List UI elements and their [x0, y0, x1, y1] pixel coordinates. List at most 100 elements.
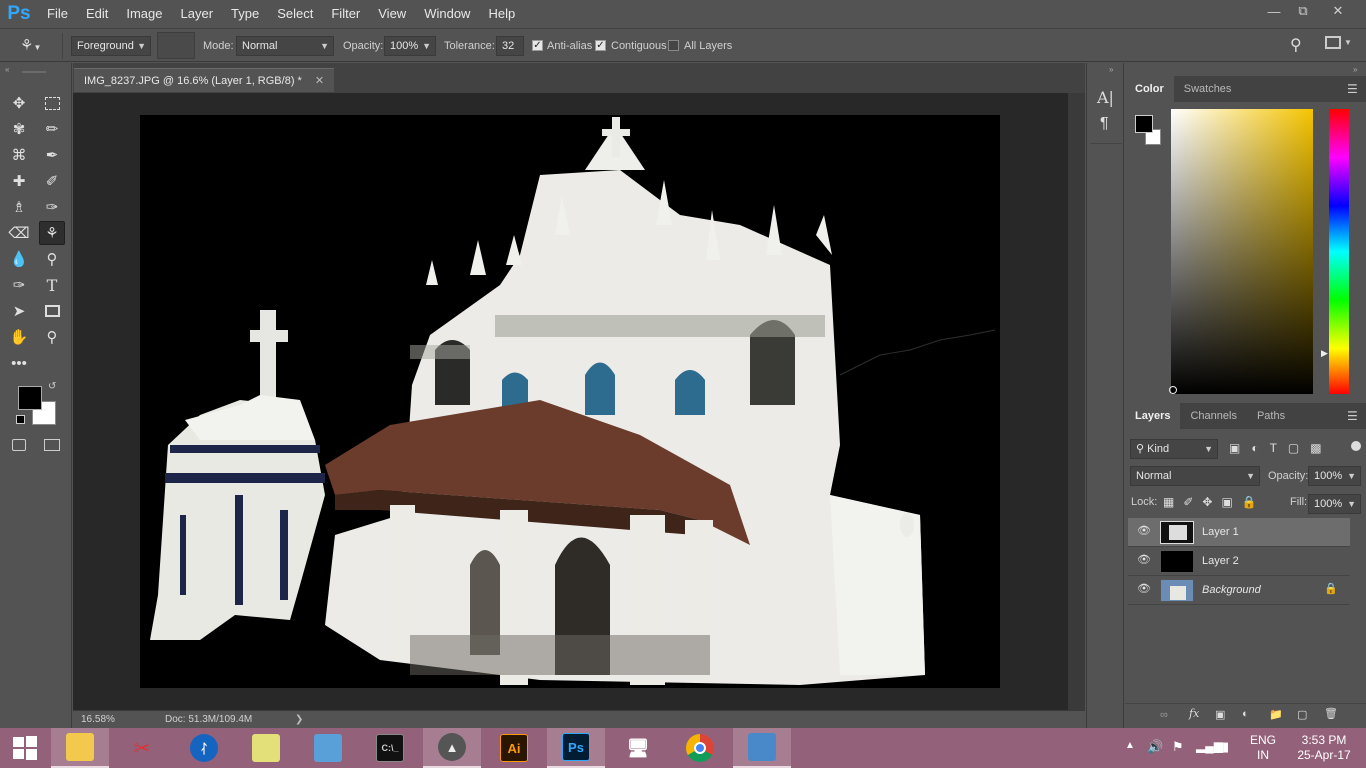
hand-tool-icon[interactable]: ✋ [6, 325, 32, 349]
foreground-color-swatch-top[interactable] [18, 386, 42, 410]
taskbar-file-explorer[interactable] [51, 728, 109, 768]
battery-icon[interactable]: ▮ [1222, 739, 1229, 755]
fill-source-select[interactable]: Foreground ▼ [71, 36, 151, 56]
paint-bucket-tool-icon[interactable]: ⚘ [39, 221, 65, 245]
layer-row-layer-1[interactable]: 👁 Layer 1 [1128, 518, 1350, 547]
clock[interactable]: 3:53 PM 25-Apr-17 [1288, 733, 1360, 763]
layer-row-background[interactable]: 👁 Background 🔒 [1128, 576, 1350, 605]
close-button[interactable]: ✕ [1323, 0, 1353, 22]
taskbar-control-panel[interactable] [299, 728, 357, 768]
layer-name[interactable]: Layer 2 [1202, 555, 1239, 567]
workspace-icon[interactable] [1325, 36, 1341, 49]
adjustment-layer-icon[interactable]: ◐ [1242, 708, 1249, 720]
quick-mask-icon[interactable] [12, 439, 26, 451]
screen-mode-icon[interactable] [44, 439, 60, 451]
tab-color[interactable]: Color [1125, 76, 1174, 102]
menu-file[interactable]: File [38, 0, 77, 28]
tab-layers[interactable]: Layers [1125, 403, 1181, 429]
eyedropper-tool-icon[interactable]: ✒ [39, 143, 65, 167]
anti-alias-checkbox[interactable]: ✓ [532, 40, 543, 51]
collapse-panels-icon[interactable]: » [1353, 65, 1357, 74]
eye-icon[interactable]: 👁 [1137, 582, 1151, 595]
language-indicator[interactable]: ENG IN [1250, 733, 1276, 763]
taskbar-network-setup[interactable]: 🖥 [609, 728, 667, 768]
paint-bucket-tool-preset-icon[interactable]: ⚘▼ [20, 36, 52, 56]
hue-slider[interactable] [1329, 109, 1349, 394]
more-tools-icon[interactable]: ••• [6, 351, 32, 375]
lasso-tool-icon[interactable]: ✾ [6, 117, 32, 141]
new-group-icon[interactable]: 📁 [1269, 708, 1283, 721]
layer-row-layer-2[interactable]: 👁 Layer 2 [1128, 547, 1350, 576]
swap-colors-icon[interactable]: ↺ [48, 381, 56, 392]
healing-brush-tool-icon[interactable]: ✚ [6, 169, 32, 193]
layer-fill-field[interactable]: 100% ▼ [1308, 494, 1361, 514]
rectangle-tool-icon[interactable] [39, 299, 65, 323]
add-mask-icon[interactable]: ▣ [1215, 708, 1225, 721]
menu-window[interactable]: Window [415, 0, 479, 28]
start-button[interactable] [0, 728, 50, 768]
taskbar-snipping-tool[interactable]: ✂ [113, 728, 171, 768]
layer-opacity-field[interactable]: 100% ▼ [1308, 466, 1361, 486]
fx-icon[interactable]: fx [1189, 707, 1199, 720]
quick-selection-tool-icon[interactable]: ✏ [39, 117, 65, 141]
vertical-scrollbar[interactable] [1068, 93, 1085, 710]
zoom-tool-icon[interactable]: ⚲ [39, 325, 65, 349]
collapse-icon[interactable]: « [5, 65, 9, 74]
restore-button[interactable]: ⧉ [1288, 0, 1318, 22]
delete-layer-icon[interactable]: 🗑 [1324, 707, 1338, 720]
link-layers-icon[interactable]: ∞ [1160, 709, 1168, 721]
canvas[interactable] [140, 115, 1000, 688]
taskbar-app[interactable]: ▲ [423, 728, 481, 768]
clone-stamp-tool-icon[interactable]: ♗ [6, 195, 32, 219]
move-tool-icon[interactable]: ✥ [6, 91, 32, 115]
show-hidden-icons-icon[interactable]: ▲ [1125, 740, 1135, 751]
menu-layer[interactable]: Layer [172, 0, 223, 28]
expand-icon[interactable]: » [1109, 65, 1113, 74]
default-colors-icon[interactable] [16, 415, 25, 424]
color-foreground-swatch[interactable] [1135, 115, 1153, 133]
contiguous-checkbox[interactable]: ✓ [595, 40, 606, 51]
eye-icon[interactable]: 👁 [1137, 553, 1151, 566]
layer-filter-icons[interactable]: ▣◐T▢▩ [1229, 441, 1333, 455]
layer-name[interactable]: Background [1202, 584, 1261, 596]
character-panel-icon[interactable]: A| [1097, 88, 1114, 107]
status-menu-arrow-icon[interactable]: ❯ [295, 711, 303, 728]
opacity-field[interactable]: 100% ▼ [384, 36, 436, 56]
type-tool-icon[interactable]: T [39, 273, 65, 297]
history-brush-tool-icon[interactable]: ✑ [39, 195, 65, 219]
taskbar-bluetooth[interactable]: ᛮ [175, 728, 233, 768]
layer-name[interactable]: Layer 1 [1202, 526, 1239, 538]
chevron-down-icon[interactable]: ▼ [1344, 38, 1352, 47]
volume-icon[interactable]: 🔊 [1147, 739, 1163, 755]
crop-tool-icon[interactable]: ⌘ [6, 143, 32, 167]
tolerance-field[interactable]: 32 [496, 36, 524, 56]
all-layers-checkbox[interactable] [668, 40, 679, 51]
taskbar-command-prompt[interactable]: C:\_ [361, 728, 419, 768]
close-tab-icon[interactable]: ✕ [315, 75, 324, 87]
path-selection-tool-icon[interactable]: ➤ [6, 299, 32, 323]
mode-select[interactable]: Normal ▼ [236, 36, 334, 56]
menu-select[interactable]: Select [268, 0, 322, 28]
eye-icon[interactable]: 👁 [1137, 524, 1151, 537]
marquee-tool-icon[interactable] [39, 91, 65, 115]
menu-image[interactable]: Image [117, 0, 171, 28]
menu-type[interactable]: Type [222, 0, 268, 28]
taskbar-video-app[interactable] [733, 728, 791, 768]
color-picker-cursor[interactable] [1169, 386, 1177, 394]
blend-mode-select[interactable]: Normal ▼ [1130, 466, 1260, 486]
panel-grip[interactable] [22, 71, 46, 73]
taskbar-photoshop[interactable]: Ps [547, 728, 605, 768]
minimize-button[interactable]: — [1259, 0, 1289, 22]
menu-view[interactable]: View [369, 0, 415, 28]
zoom-level[interactable]: 16.58% [81, 711, 115, 728]
eraser-tool-icon[interactable]: ⌫ [6, 221, 32, 245]
tab-paths[interactable]: Paths [1247, 403, 1295, 429]
taskbar-chrome[interactable] [671, 728, 729, 768]
paragraph-panel-icon[interactable]: ¶ [1100, 115, 1109, 133]
filter-toggle[interactable] [1351, 441, 1361, 451]
brush-tool-icon[interactable]: ✐ [39, 169, 65, 193]
lock-icons[interactable]: ▦✐✥▣🔒 [1163, 495, 1266, 509]
layer-filter-select[interactable]: ⚲ Kind ▼ [1130, 439, 1218, 459]
menu-help[interactable]: Help [479, 0, 524, 28]
taskbar-illustrator[interactable]: Ai [485, 728, 543, 768]
